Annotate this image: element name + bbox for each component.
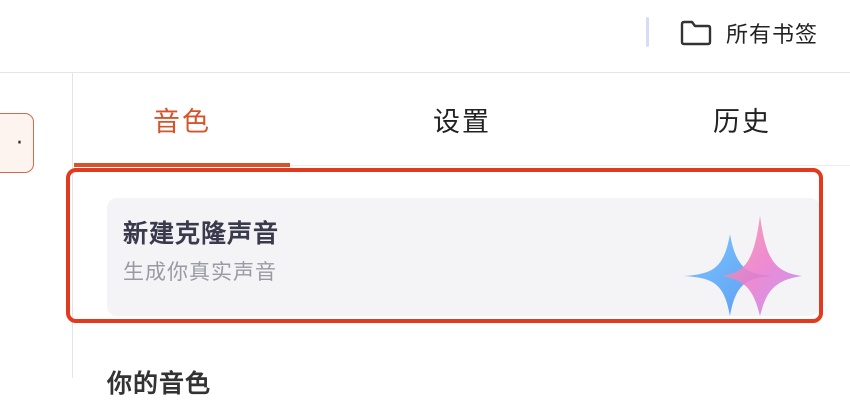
tab-history[interactable]: 历史 [634,73,850,165]
tab-settings[interactable]: 设置 [354,73,570,165]
tab-bar: 音色 设置 历史 [74,73,850,167]
left-panel-chip[interactable]: · [0,113,34,173]
selection-highlight [66,168,823,323]
folder-icon [680,20,712,46]
active-tab-indicator [74,163,290,167]
tab-voices[interactable]: 音色 [74,73,290,167]
tab-settings-label: 设置 [433,106,491,138]
all-bookmarks-label: 所有书签 [726,23,819,48]
all-bookmarks-button[interactable]: 所有书签 [680,16,818,50]
tab-history-label: 历史 [713,106,771,138]
bookmark-bar-divider [646,17,649,47]
tab-voices-label: 音色 [153,106,211,138]
left-panel: · [0,73,73,378]
bookmark-bar: 所有书签 [0,0,850,73]
my-voices-title: 你的音色 [107,369,212,398]
left-panel-chip-label: · [16,130,23,156]
